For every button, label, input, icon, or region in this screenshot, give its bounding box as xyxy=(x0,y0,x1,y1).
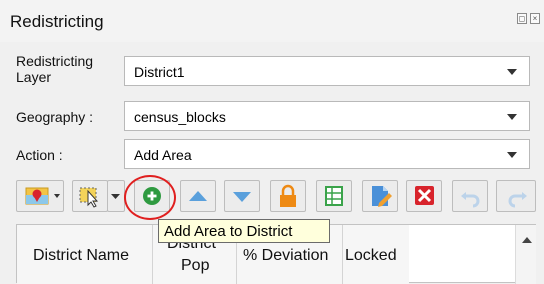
panel-title: Redistricting xyxy=(10,12,104,31)
tooltip-text: Add Area to District xyxy=(164,223,293,240)
layer-combobox-value: District1 xyxy=(134,64,185,80)
table-icon xyxy=(325,186,343,206)
layer-label-line1: Redistricting xyxy=(16,53,94,69)
dock-title-bar: Redistricting ◻ × xyxy=(0,0,544,42)
table-button[interactable] xyxy=(316,180,352,212)
tooltip: Add Area to District xyxy=(158,219,330,243)
chevron-down-icon xyxy=(507,114,517,120)
edit-document-button[interactable] xyxy=(362,180,398,212)
layer-label-line2: Layer xyxy=(16,69,52,85)
move-down-button[interactable] xyxy=(224,180,260,212)
column-header-label: District Name xyxy=(33,247,130,264)
redo-icon xyxy=(508,192,527,208)
close-panel-icon[interactable]: × xyxy=(530,13,540,24)
geography-label: Geography : xyxy=(16,109,94,125)
action-combobox[interactable]: Add Area xyxy=(124,139,530,169)
geography-combobox[interactable]: census_blocks xyxy=(124,101,530,131)
layer-combobox[interactable]: District1 xyxy=(124,56,530,86)
geography-combobox-value: census_blocks xyxy=(134,109,226,125)
edit-document-icon xyxy=(372,186,392,207)
delete-icon xyxy=(415,186,434,205)
lock-icon xyxy=(280,184,296,207)
select-features-icon xyxy=(79,187,99,208)
column-header-district-name[interactable]: District Name xyxy=(17,225,153,284)
chevron-down-icon xyxy=(507,69,517,75)
move-up-button[interactable] xyxy=(180,180,216,212)
column-header-label-line2: Pop xyxy=(181,257,210,274)
move-up-icon xyxy=(189,191,207,201)
action-combobox-value: Add Area xyxy=(134,147,192,163)
chevron-down-icon xyxy=(507,152,517,158)
lock-button[interactable] xyxy=(270,180,306,212)
select-features-button[interactable] xyxy=(72,180,108,212)
action-label: Action : xyxy=(16,147,63,163)
vertical-scrollbar[interactable] xyxy=(515,225,536,284)
layer-label: Redistricting Layer xyxy=(16,53,93,85)
float-panel-icon[interactable]: ◻ xyxy=(517,13,527,24)
dropdown-arrow-icon xyxy=(111,194,120,199)
select-dropdown-button[interactable] xyxy=(107,180,125,212)
column-header-label: Locked xyxy=(345,247,397,264)
highlight-ring xyxy=(124,175,176,220)
map-pin-icon xyxy=(25,187,60,205)
undo-button[interactable] xyxy=(452,180,488,212)
redo-button[interactable] xyxy=(496,180,536,212)
delete-button[interactable] xyxy=(406,180,442,212)
move-down-icon xyxy=(233,192,251,202)
undo-icon xyxy=(461,192,480,208)
column-header-label: % Deviation xyxy=(243,247,329,264)
column-header-locked[interactable]: Locked xyxy=(343,225,409,284)
scroll-up-icon[interactable] xyxy=(522,237,532,243)
map-tool-button[interactable] xyxy=(16,180,64,212)
